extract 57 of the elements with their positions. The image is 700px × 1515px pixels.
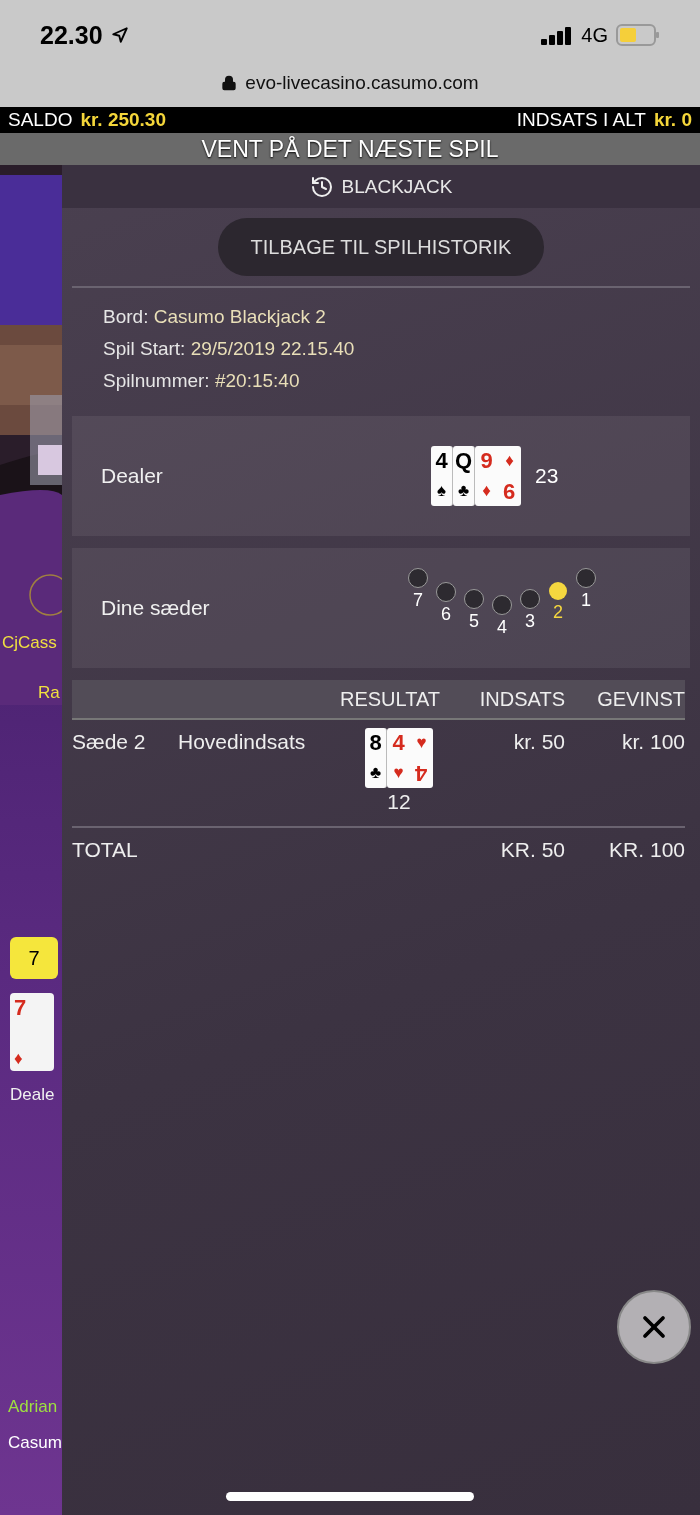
dealer-hand-label: Deale (9, 1085, 55, 1105)
seat-number: 1 (581, 590, 591, 611)
signal-icon (541, 25, 574, 45)
url-text[interactable]: evo-livecasino.casumo.com (245, 71, 479, 94)
seat-number: 6 (441, 604, 451, 625)
player-text: Ra (37, 683, 60, 703)
column-header: INDSATS (440, 680, 565, 720)
table-cell-text: kr. 50 (512, 729, 565, 755)
seat-number: 7 (413, 590, 423, 611)
column-header: GEVINST (565, 680, 685, 720)
clock-time: 22.30 (40, 20, 103, 50)
chat-name: Adrian (7, 1397, 58, 1417)
status-banner: VENT PÅ DET NÆSTE SPIL (0, 133, 700, 165)
table-cell-text: Hovedindsats (178, 729, 307, 755)
dealer-label: Dealer (101, 464, 164, 488)
back-button[interactable]: TILBAGE TIL SPILHISTORIK (218, 218, 544, 276)
seat-marker[interactable] (549, 582, 567, 600)
playing-card: 8 ♣ (365, 728, 387, 788)
total-bet-label: INDSATS I ALT (516, 109, 646, 130)
network-type: 4G (581, 23, 608, 47)
table-cell-text: kr. 100 (620, 729, 685, 755)
dealer-score-badge: 7 (10, 937, 58, 979)
table-cell-text: KR. 50 (499, 837, 565, 862)
detail-line: Spilnummer: #20:15:40 (103, 370, 301, 392)
hand-total: 12 (387, 789, 411, 814)
table-cell-text: KR. 100 (608, 837, 685, 862)
total-label: TOTAL (72, 837, 139, 862)
table-name: Casum (7, 1433, 62, 1453)
seat-marker[interactable] (492, 595, 512, 615)
balance-label: SALDO (8, 109, 73, 130)
seats-label: Dine sæder (101, 596, 211, 620)
table-cell-text: Sæde 2 (72, 729, 147, 755)
playing-card: 9 ♦ ♦ 9 (475, 446, 521, 506)
total-bet-amount: kr. 0 (653, 109, 692, 130)
lock-icon (221, 74, 238, 91)
balance-amount: kr. 250.30 (80, 109, 166, 130)
seat-marker[interactable] (520, 589, 540, 609)
seat-number: 3 (525, 611, 535, 632)
seat-marker[interactable] (408, 568, 428, 588)
panel-title: BLACKJACK (341, 175, 453, 198)
playing-card: 4 ♠ (431, 446, 453, 506)
detail-line: Spil Start: 29/5/2019 22.15.40 (103, 338, 356, 360)
seat-marker[interactable] (464, 589, 484, 609)
detail-line: Bord: Casumo Blackjack 2 (103, 306, 327, 328)
seat-marker[interactable] (436, 582, 456, 602)
playing-card: 4 ♥ ♥ 4 (387, 728, 433, 788)
playing-card: 7 ♦ (10, 993, 54, 1071)
player-name: CjCass (2, 633, 57, 653)
history-icon (309, 174, 334, 199)
playing-card: Q ♣ (453, 446, 475, 506)
battery-icon (616, 24, 660, 46)
hand-total: 23 (535, 464, 559, 488)
seat-marker[interactable] (576, 568, 596, 588)
seat-number: 5 (469, 611, 479, 632)
seat-number: 2 (553, 602, 563, 623)
seat-number: 4 (497, 617, 507, 638)
location-arrow-icon (110, 26, 129, 44)
